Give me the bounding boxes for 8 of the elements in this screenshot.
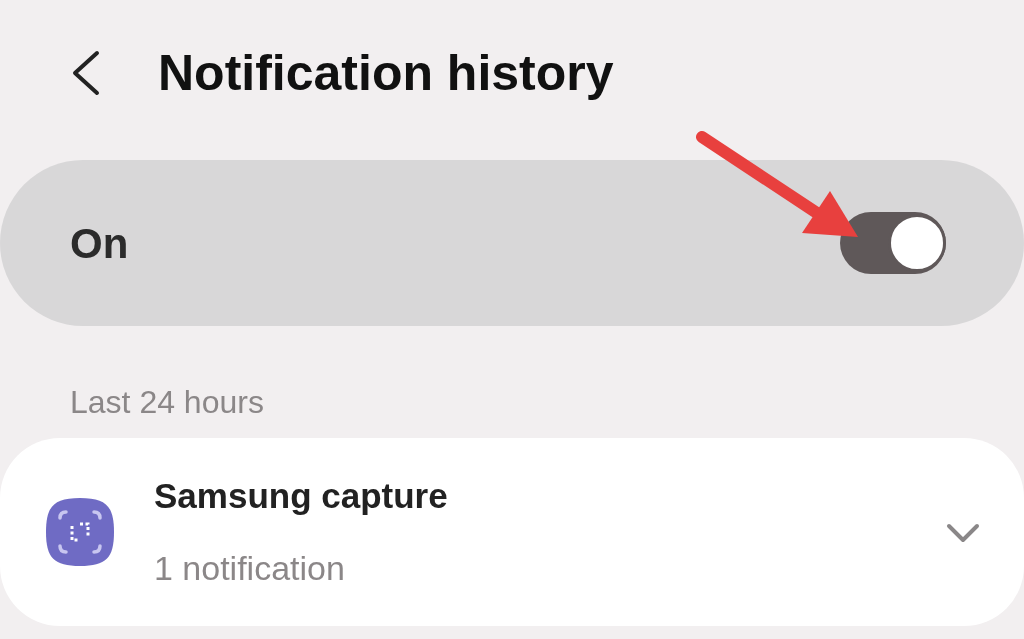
chevron-icon	[946, 522, 980, 543]
section-label: Last 24 hours	[69, 383, 265, 422]
notification-count: 1 notification	[154, 547, 346, 589]
capture-icon	[46, 498, 114, 566]
switch-label: On	[70, 218, 129, 269]
page-title: Notification history	[158, 44, 614, 103]
back-icon	[70, 50, 100, 96]
app-name: Samsung capture	[154, 475, 449, 518]
